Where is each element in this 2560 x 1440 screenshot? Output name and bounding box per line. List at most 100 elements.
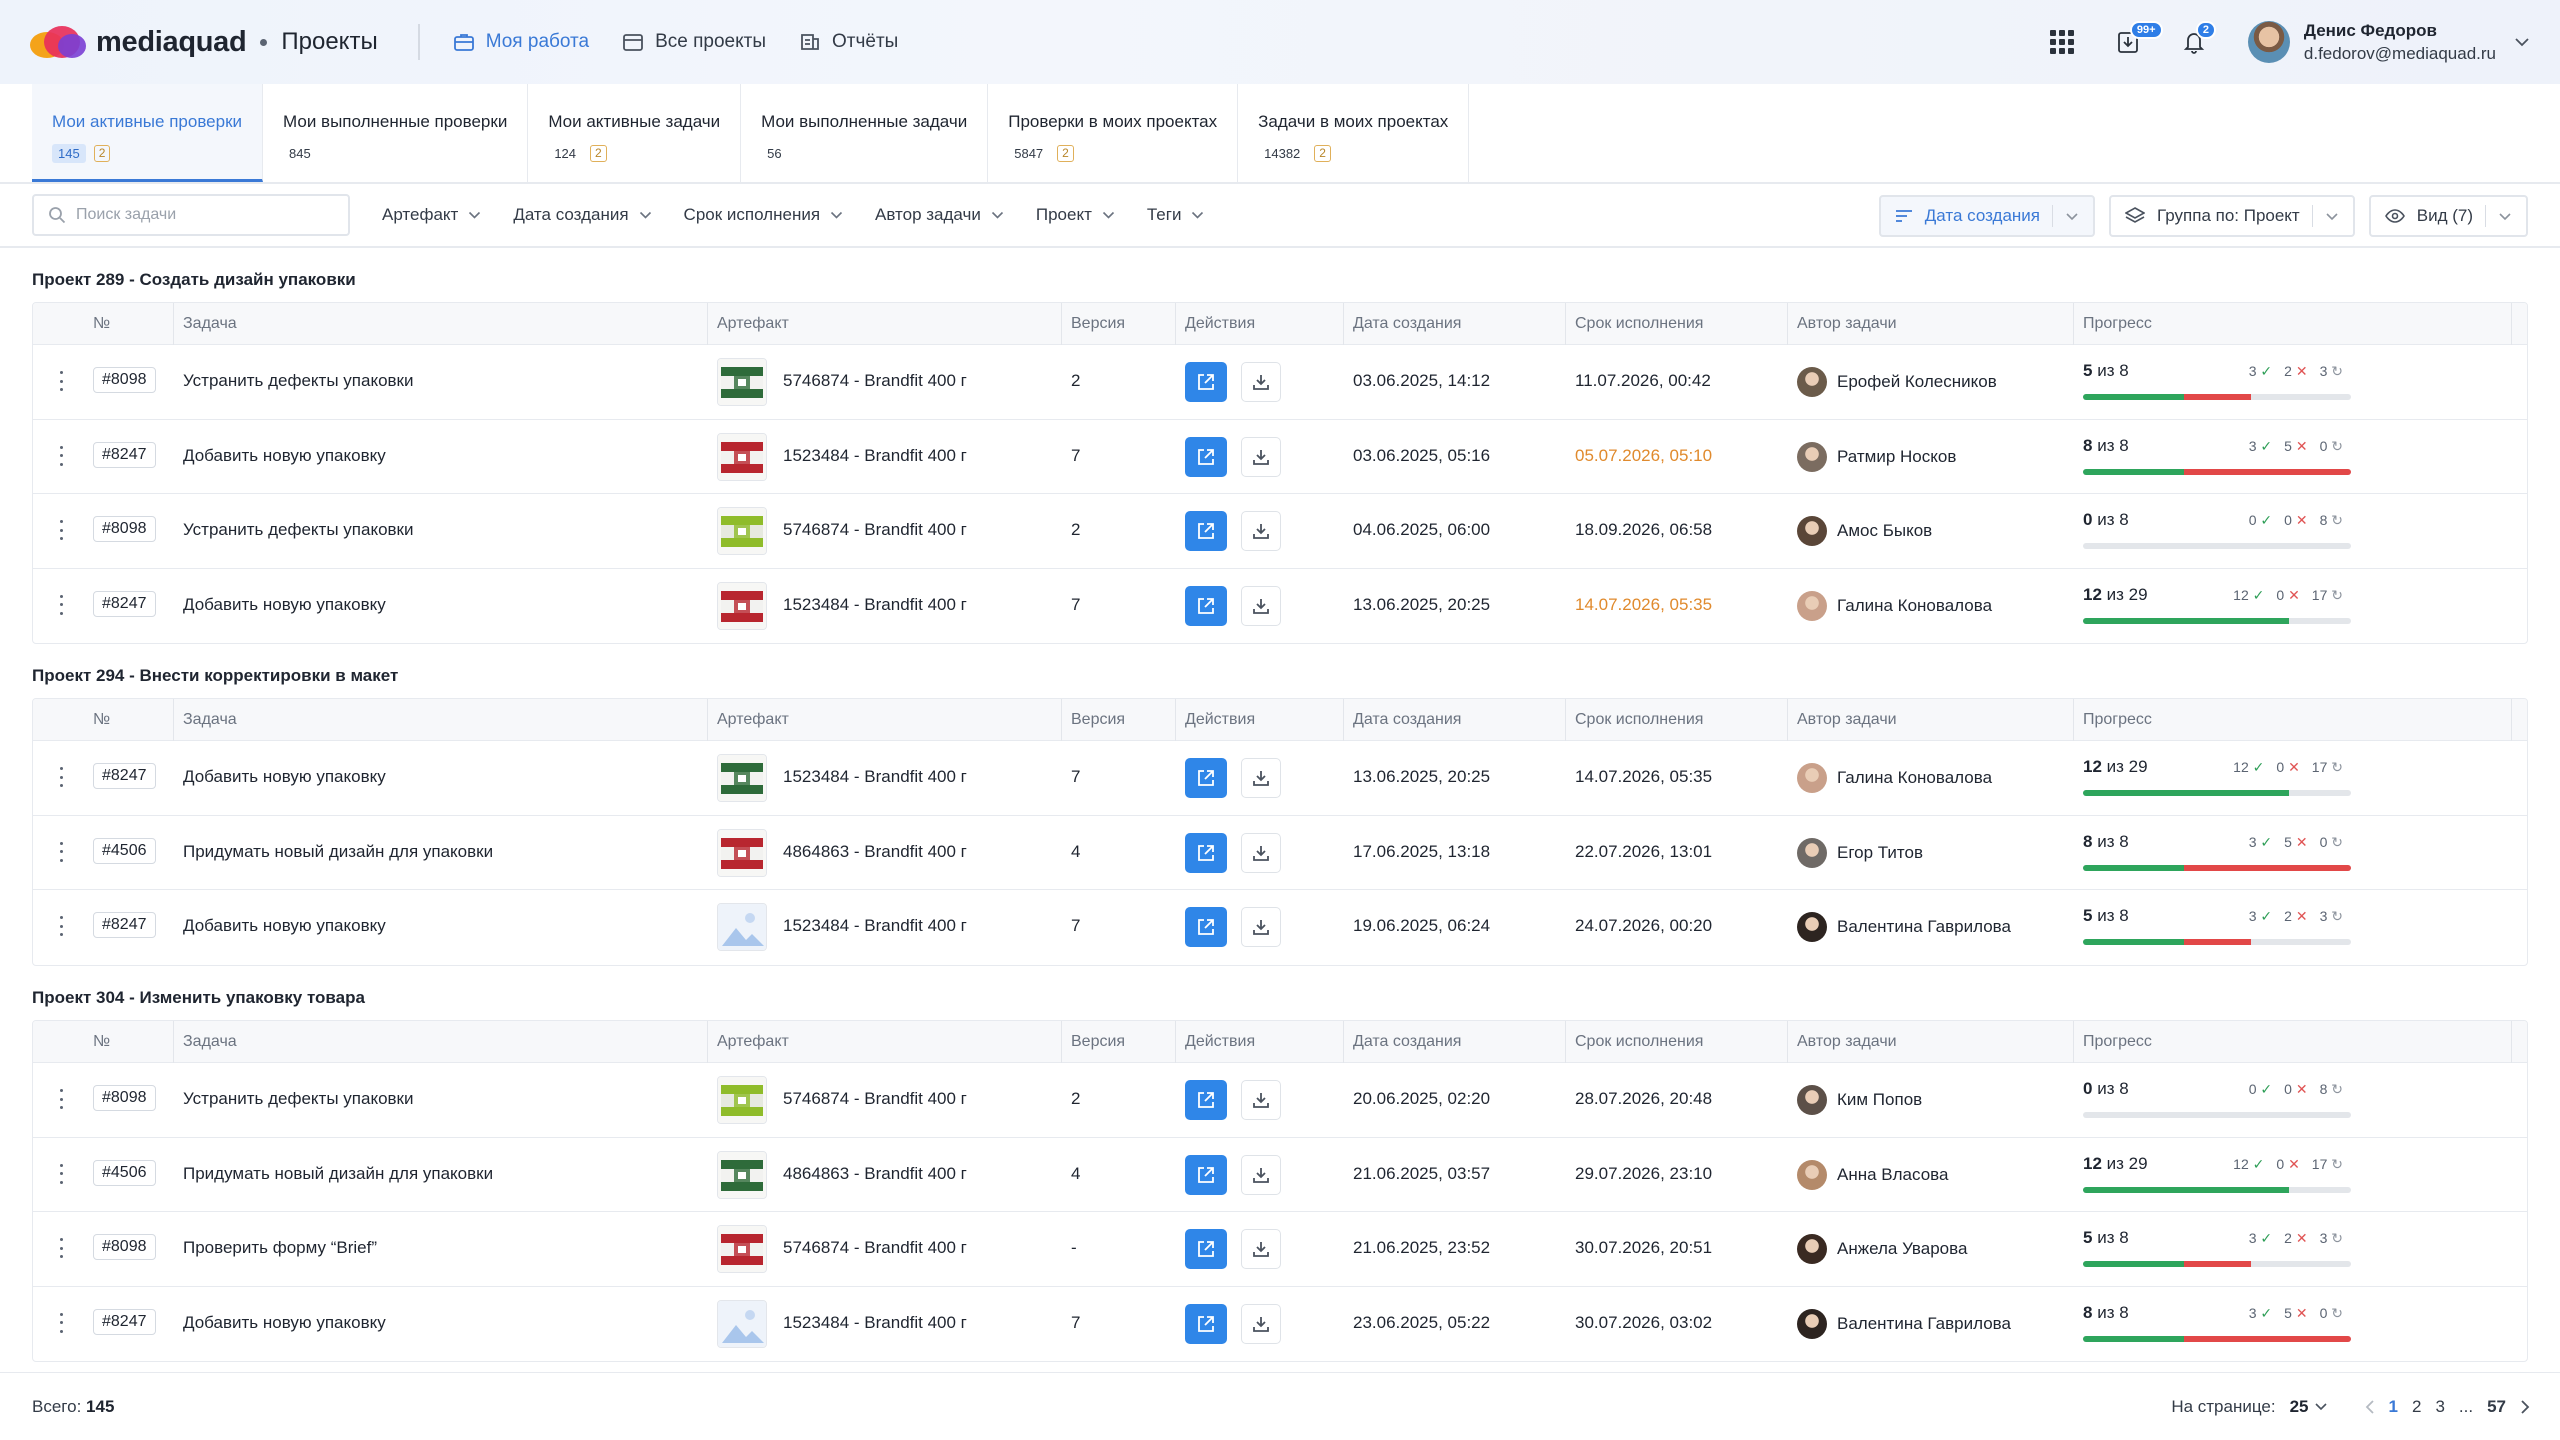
column-header[interactable]: Задача — [183, 315, 237, 333]
task-author[interactable]: Галина Коновалова — [1797, 590, 1992, 621]
column-header[interactable]: Срок исполнения — [1575, 315, 1703, 333]
filter-dropdown-3[interactable]: Автор задачи — [875, 205, 1004, 225]
task-title[interactable]: Добавить новую упаковку — [183, 916, 386, 936]
table-row[interactable]: #8247 Добавить новую упаковку 1523484 - … — [33, 1287, 2527, 1362]
artifact-name[interactable]: 4864863 - Brandfit 400 г — [783, 1164, 967, 1184]
task-title[interactable]: Добавить новую упаковку — [183, 595, 386, 615]
table-row[interactable]: #8247 Добавить новую упаковку 1523484 - … — [33, 420, 2527, 494]
download-button[interactable] — [1241, 832, 1281, 873]
artifact-thumbnail[interactable] — [717, 1150, 767, 1199]
column-header[interactable]: № — [93, 315, 110, 333]
artifact-thumbnail[interactable] — [717, 828, 767, 877]
page-link[interactable]: 57 — [2487, 1397, 2506, 1417]
task-id[interactable]: #8098 — [93, 1234, 156, 1260]
task-id[interactable]: #8098 — [93, 516, 156, 542]
tab-3[interactable]: Мои выполненные задачи 56 — [741, 84, 989, 182]
task-id[interactable]: #8247 — [93, 441, 156, 468]
open-review-button[interactable] — [1185, 1154, 1227, 1195]
logo[interactable]: mediaquad Проекты — [30, 26, 378, 59]
open-review-button[interactable] — [1185, 832, 1227, 873]
task-author[interactable]: Анжела Уварова — [1797, 1234, 1967, 1264]
artifact-thumbnail[interactable] — [717, 507, 767, 555]
task-title[interactable]: Устранить дефекты упаковки — [183, 1089, 414, 1109]
row-menu-icon[interactable] — [59, 371, 63, 391]
table-row[interactable]: #8098 Устранить дефекты упаковки 5746874… — [33, 345, 2527, 420]
tab-5[interactable]: Задачи в моих проектах 14382 2 — [1238, 84, 1470, 182]
row-menu-icon[interactable] — [59, 916, 63, 936]
table-row[interactable]: #8098 Устранить дефекты упаковки 5746874… — [33, 1063, 2527, 1138]
tab-4[interactable]: Проверки в моих проектах 5847 2 — [988, 84, 1239, 182]
tab-2[interactable]: Мои активные задачи 124 2 — [528, 84, 742, 182]
task-id[interactable]: #8098 — [93, 367, 156, 393]
tab-1[interactable]: Мои выполненные проверки 845 — [263, 84, 529, 182]
task-title[interactable]: Добавить новую упаковку — [183, 767, 386, 787]
filter-dropdown-4[interactable]: Проект — [1036, 205, 1115, 225]
page-link[interactable]: 2 — [2412, 1397, 2421, 1417]
column-header[interactable]: Автор задачи — [1797, 711, 1897, 729]
view-button[interactable]: Вид (7) — [2368, 195, 2528, 237]
open-review-button[interactable] — [1185, 511, 1227, 551]
artifact-name[interactable]: 5746874 - Brandfit 400 г — [783, 371, 967, 391]
artifact-name[interactable]: 5746874 - Brandfit 400 г — [783, 520, 967, 540]
prev-page-icon[interactable] — [2365, 1400, 2375, 1414]
column-header[interactable]: Артефакт — [717, 1033, 789, 1051]
task-author[interactable]: Амос Быков — [1797, 516, 1932, 546]
column-header[interactable]: Задача — [183, 711, 237, 729]
table-row[interactable]: #8098 Устранить дефекты упаковки 5746874… — [33, 494, 2527, 569]
row-menu-icon[interactable] — [59, 767, 63, 787]
artifact-thumbnail[interactable] — [717, 754, 767, 802]
column-header[interactable]: Действия — [1185, 1033, 1255, 1051]
table-row[interactable]: #4506 Придумать новый дизайн для упаковк… — [33, 816, 2527, 890]
artifact-name[interactable]: 5746874 - Brandfit 400 г — [783, 1089, 967, 1109]
artifact-thumbnail[interactable] — [717, 581, 767, 630]
apps-grid-button[interactable] — [2042, 22, 2082, 62]
filter-dropdown-2[interactable]: Срок исполнения — [684, 205, 843, 225]
download-button[interactable] — [1241, 1080, 1281, 1120]
column-header[interactable]: Версия — [1071, 1033, 1125, 1051]
filter-dropdown-5[interactable]: Теги — [1147, 205, 1205, 225]
nav-reports[interactable]: Отчёты — [800, 31, 898, 53]
task-id[interactable]: #8247 — [93, 590, 156, 617]
row-menu-icon[interactable] — [59, 445, 63, 466]
row-menu-icon[interactable] — [59, 520, 63, 540]
download-button[interactable] — [1241, 758, 1281, 798]
task-author[interactable]: Валентина Гаврилова — [1797, 912, 2011, 942]
download-button[interactable] — [1241, 1303, 1281, 1344]
sort-button[interactable]: Дата создания — [1878, 195, 2096, 237]
group-by-button[interactable]: Группа по: Проект — [2109, 195, 2355, 237]
column-header[interactable]: Задача — [183, 1033, 237, 1051]
nav-all-projects[interactable]: Все проекты — [623, 31, 766, 53]
artifact-thumbnail[interactable] — [717, 1225, 767, 1273]
column-header[interactable]: Автор задачи — [1797, 315, 1897, 333]
open-review-button[interactable] — [1185, 1303, 1227, 1344]
open-review-button[interactable] — [1185, 907, 1227, 947]
task-author[interactable]: Егор Титов — [1797, 837, 1923, 868]
search-box[interactable] — [32, 194, 350, 236]
artifact-thumbnail[interactable] — [717, 1076, 767, 1124]
row-menu-icon[interactable] — [59, 1163, 63, 1184]
filter-dropdown-0[interactable]: Артефакт — [382, 205, 481, 225]
artifact-name[interactable]: 1523484 - Brandfit 400 г — [783, 446, 967, 466]
table-row[interactable]: #8247 Добавить новую упаковку 1523484 - … — [33, 741, 2527, 816]
task-id[interactable]: #8098 — [93, 1085, 156, 1111]
column-header[interactable]: Дата создания — [1353, 1033, 1461, 1051]
column-header[interactable]: Дата создания — [1353, 315, 1461, 333]
column-header[interactable]: Действия — [1185, 315, 1255, 333]
task-id[interactable]: #8247 — [93, 912, 156, 938]
row-menu-icon[interactable] — [59, 1238, 63, 1258]
download-button[interactable] — [1241, 585, 1281, 626]
downloads-button[interactable]: 99+ — [2108, 21, 2163, 62]
download-button[interactable] — [1241, 511, 1281, 551]
column-header[interactable]: Дата создания — [1353, 711, 1461, 729]
task-title[interactable]: Придумать новый дизайн для упаковки — [183, 1164, 493, 1184]
open-review-button[interactable] — [1185, 758, 1227, 798]
artifact-name[interactable]: 4864863 - Brandfit 400 г — [783, 842, 967, 862]
download-button[interactable] — [1241, 907, 1281, 947]
notifications-button[interactable]: 2 — [2174, 21, 2217, 62]
task-id[interactable]: #8247 — [93, 1308, 156, 1335]
search-input[interactable] — [76, 206, 326, 224]
column-header[interactable]: Версия — [1071, 315, 1125, 333]
column-header[interactable]: Прогресс — [2083, 711, 2152, 729]
table-row[interactable]: #8247 Добавить новую упаковку 1523484 - … — [33, 890, 2527, 965]
task-title[interactable]: Устранить дефекты упаковки — [183, 371, 414, 391]
